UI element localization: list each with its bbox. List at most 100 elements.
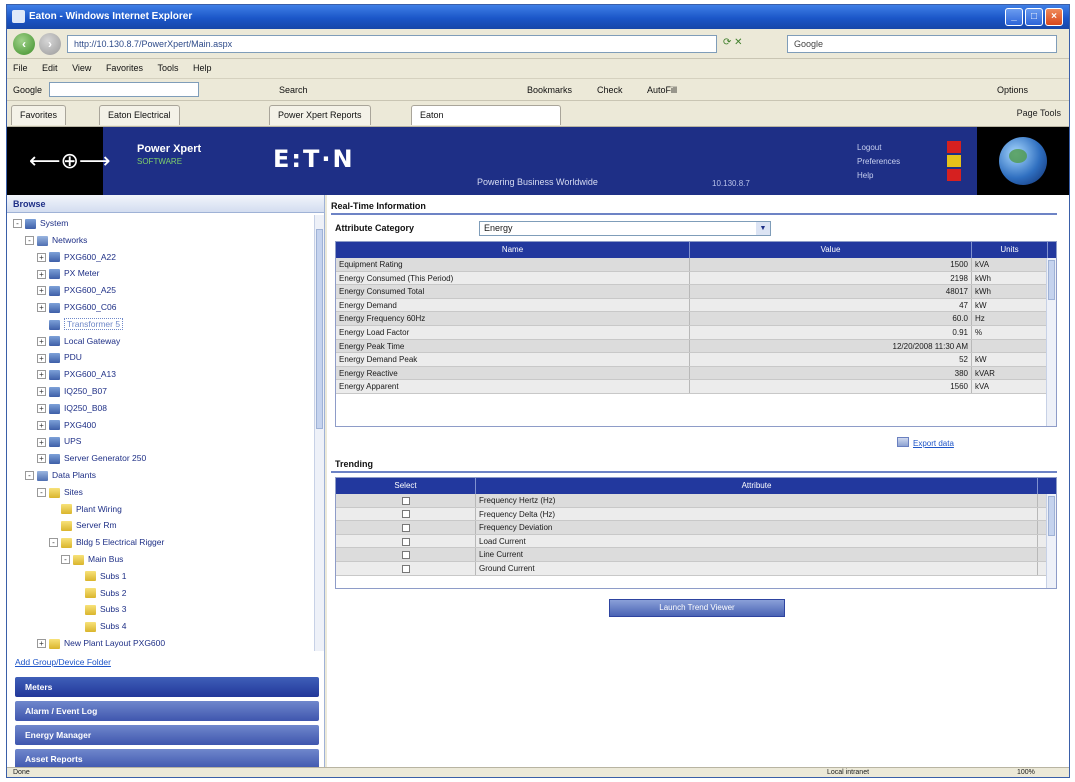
tree-scroll-thumb[interactable]	[316, 229, 323, 429]
tree-item[interactable]: + IQ250_B08	[7, 400, 315, 417]
trend-checkbox[interactable]	[401, 496, 410, 505]
tree-item[interactable]: - Data Plants	[7, 467, 315, 484]
chevron-down-icon[interactable]: ▼	[756, 222, 770, 235]
expand-icon[interactable]: +	[37, 437, 46, 447]
preferences-link[interactable]: Preferences	[857, 155, 900, 169]
collapse-icon[interactable]: -	[25, 236, 34, 246]
tree-item[interactable]: + New Plant Layout PXG600	[7, 635, 315, 651]
col-value[interactable]: Value	[690, 242, 972, 258]
url-field[interactable]: http://10.130.8.7/PowerXpert/Main.aspx	[67, 35, 717, 53]
trend-checkbox[interactable]	[401, 524, 410, 533]
collapse-icon[interactable]: -	[61, 555, 70, 565]
expand-icon[interactable]: +	[37, 353, 46, 363]
table-row[interactable]: Energy Frequency 60Hz 60.0 Hz	[336, 312, 1056, 326]
tree-item[interactable]: - System	[7, 215, 315, 232]
menu-tools[interactable]: Tools	[151, 59, 184, 77]
tab-eaton-electrical[interactable]: Eaton Electrical	[99, 105, 180, 125]
toolbar-autofill[interactable]: AutoFill	[647, 82, 677, 98]
help-link[interactable]: Help	[857, 169, 900, 183]
toolbar-bookmarks[interactable]: Bookmarks	[527, 82, 572, 98]
expand-icon[interactable]: +	[37, 387, 46, 397]
expand-icon[interactable]: +	[37, 336, 46, 346]
logout-link[interactable]: Logout	[857, 141, 900, 155]
refresh-stop-icons[interactable]: ⟳ ✕	[723, 37, 743, 48]
collapse-icon[interactable]: -	[13, 219, 22, 229]
table-row[interactable]: Energy Load Factor 0.91%	[336, 325, 1056, 340]
trend-scroll-thumb[interactable]	[1048, 496, 1055, 536]
expand-icon[interactable]: +	[37, 269, 46, 279]
tree-item[interactable]: - Networks	[7, 232, 315, 249]
expand-icon[interactable]: +	[37, 420, 46, 430]
tree-item[interactable]: Subs 1	[7, 568, 315, 585]
favorites-button[interactable]: Favorites	[11, 105, 67, 125]
tab-eaton[interactable]: Eaton	[411, 105, 561, 125]
trend-row[interactable]: Frequency Hertz (Hz)	[336, 494, 1056, 508]
accordion-asset-reports[interactable]: Asset Reports	[15, 749, 319, 769]
col-attribute[interactable]: Attribute	[476, 478, 1038, 494]
expand-icon[interactable]: +	[37, 454, 46, 464]
trend-row[interactable]: Ground Current	[336, 561, 1056, 576]
expand-icon[interactable]: +	[37, 370, 46, 380]
tree-item[interactable]: + Server Generator 250	[7, 450, 315, 467]
expand-icon[interactable]: +	[37, 286, 46, 296]
toolbar-search[interactable]: Search	[279, 82, 308, 98]
accordion-alarm-event-log[interactable]: Alarm / Event Log	[15, 701, 319, 721]
tree-item[interactable]: + UPS	[7, 433, 315, 450]
accordion-energy-manager[interactable]: Energy Manager	[15, 725, 319, 745]
tree-item[interactable]: + Local Gateway	[7, 333, 315, 350]
table-row[interactable]: Energy Consumed Total 48017 kWh	[336, 285, 1056, 299]
col-units[interactable]: Units	[972, 242, 1048, 258]
zoom-level[interactable]: 100%	[1017, 768, 1035, 777]
tree-item[interactable]: Transformer 5	[7, 316, 315, 333]
add-folder-link[interactable]: Add Group/Device Folder	[15, 657, 111, 667]
tree-item[interactable]: + PX Meter	[7, 265, 315, 282]
close-button[interactable]: ×	[1045, 8, 1063, 26]
tree-item[interactable]: + PXG600_A22	[7, 249, 315, 266]
tree-item[interactable]: + PXG600_C06	[7, 299, 315, 316]
toolbar-check[interactable]: Check	[597, 82, 623, 98]
menu-file[interactable]: File	[7, 59, 34, 77]
tree-scrollbar[interactable]	[314, 215, 324, 651]
tree-item[interactable]: - Bldg 5 Electrical Rigger	[7, 534, 315, 551]
menu-edit[interactable]: Edit	[36, 59, 64, 77]
table-row[interactable]: Energy Demand 47 kW	[336, 298, 1056, 313]
tree-item[interactable]: Subs 4	[7, 618, 315, 635]
trend-scrollbar[interactable]	[1046, 494, 1056, 588]
grid-scroll-thumb[interactable]	[1048, 260, 1055, 300]
tree-item[interactable]: - Main Bus	[7, 551, 315, 568]
tree-item[interactable]: Subs 3	[7, 601, 315, 618]
table-row[interactable]: Equipment Rating 1500 kVA	[336, 258, 1056, 272]
tree-item[interactable]: - Sites	[7, 484, 315, 501]
expand-icon[interactable]: +	[37, 252, 46, 262]
collapse-icon[interactable]: -	[49, 538, 58, 548]
tree-item[interactable]: + PXG600_A25	[7, 282, 315, 299]
col-select[interactable]: Select	[336, 478, 476, 494]
export-icon[interactable]	[897, 437, 909, 447]
page-tools-menu[interactable]: Page Tools	[1017, 108, 1061, 118]
tree-item[interactable]: + PXG400	[7, 417, 315, 434]
maximize-button[interactable]: □	[1025, 8, 1043, 26]
trend-checkbox[interactable]	[401, 510, 410, 519]
back-button[interactable]: ‹	[13, 33, 35, 55]
expand-icon[interactable]: +	[37, 303, 46, 313]
trend-checkbox[interactable]	[401, 537, 410, 546]
collapse-icon[interactable]: -	[25, 471, 34, 481]
col-name[interactable]: Name	[336, 242, 690, 258]
trend-row[interactable]: Line Current	[336, 548, 1056, 562]
menu-favorites[interactable]: Favorites	[100, 59, 149, 77]
tree-item[interactable]: Plant Wiring	[7, 501, 315, 518]
tab-power-xpert-reports[interactable]: Power Xpert Reports	[269, 105, 371, 125]
minimize-button[interactable]: _	[1005, 8, 1023, 26]
trend-checkbox[interactable]	[401, 551, 410, 560]
tree-item[interactable]: + IQ250_B07	[7, 383, 315, 400]
menu-help[interactable]: Help	[187, 59, 218, 77]
tree-item[interactable]: + PXG600_A13	[7, 366, 315, 383]
accordion-meters[interactable]: Meters	[15, 677, 319, 697]
forward-button[interactable]: ›	[39, 33, 61, 55]
table-row[interactable]: Energy Consumed (This Period) 2198 kWh	[336, 271, 1056, 286]
expand-icon[interactable]: +	[37, 639, 46, 649]
tree-item[interactable]: + PDU	[7, 349, 315, 366]
trend-checkbox[interactable]	[401, 564, 410, 573]
table-row[interactable]: Energy Peak Time 12/20/2008 11:30 AM	[336, 339, 1056, 354]
launch-trend-button[interactable]: Launch Trend Viewer	[609, 599, 785, 617]
